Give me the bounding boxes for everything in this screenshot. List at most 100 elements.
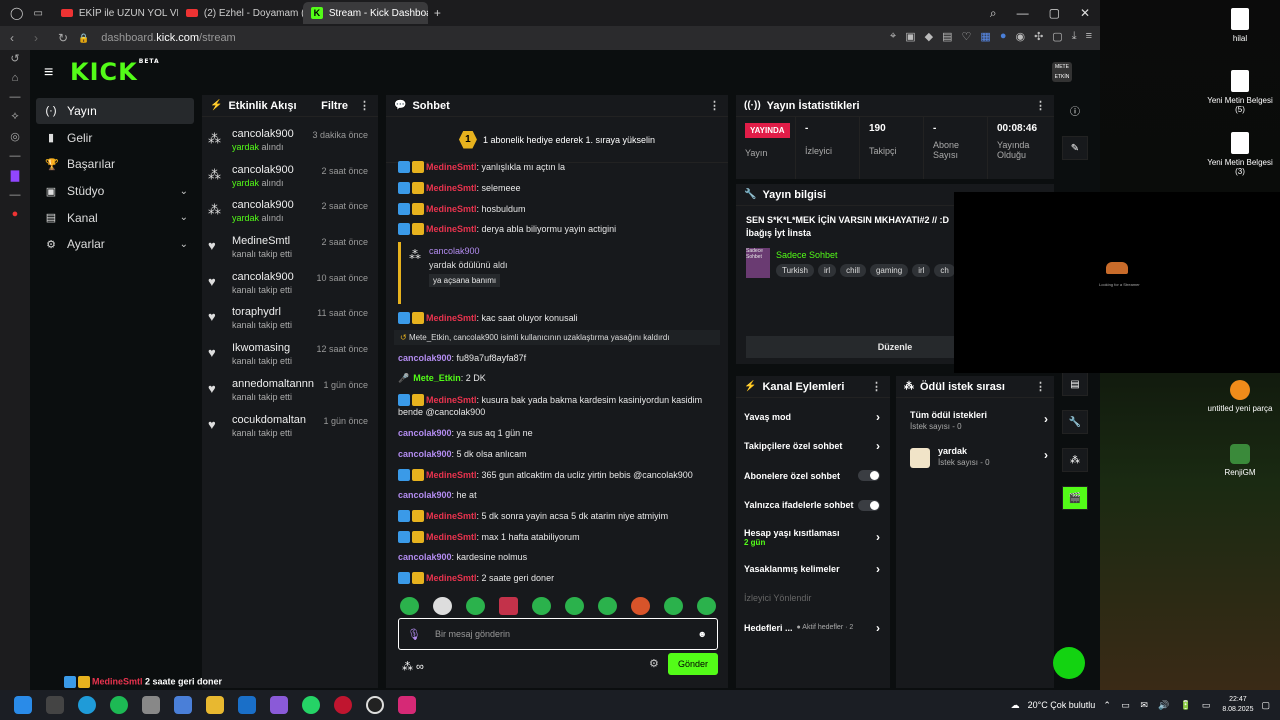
info-button[interactable]: ⓘ bbox=[1062, 98, 1088, 122]
emote[interactable] bbox=[400, 597, 419, 615]
chat-input[interactable]: 🎙 Bir mesaj gönderin ☻ bbox=[398, 618, 718, 650]
pin-icon[interactable]: ⌖ bbox=[890, 30, 896, 43]
back-icon[interactable]: ‹ bbox=[10, 31, 24, 45]
store-icon[interactable] bbox=[142, 696, 160, 714]
world-icon[interactable]: ◎ bbox=[8, 130, 22, 143]
url-field[interactable]: dashboard.kick.com/stream bbox=[101, 32, 236, 44]
clapper-button[interactable]: 🎬 bbox=[1062, 486, 1088, 510]
emote[interactable] bbox=[532, 597, 551, 615]
opera-taskbar-icon[interactable] bbox=[334, 696, 352, 714]
spotify-icon[interactable] bbox=[110, 696, 128, 714]
notification-icon[interactable]: ▢ bbox=[1261, 700, 1270, 711]
desktop-icon-renjigm[interactable]: RenjiGM bbox=[1205, 444, 1275, 477]
maximize-icon[interactable]: ▢ bbox=[1049, 6, 1060, 20]
emote[interactable] bbox=[697, 597, 716, 615]
more-icon[interactable]: ⋮ bbox=[1035, 380, 1046, 393]
minimize-icon[interactable]: — bbox=[1017, 6, 1029, 20]
emote[interactable] bbox=[433, 597, 452, 615]
account-age-row[interactable]: Hesap yaşı kısıtlaması 2 gün › bbox=[736, 520, 890, 554]
menu-icon[interactable]: ≡ bbox=[1086, 30, 1092, 43]
search-icon[interactable]: ⌕ bbox=[990, 6, 997, 21]
send-button[interactable]: Gönder bbox=[668, 653, 718, 675]
sidebar-item-studyo[interactable]: ▣ Stüdyo ⌄ bbox=[36, 178, 194, 204]
new-tab-icon[interactable]: + bbox=[434, 6, 441, 20]
obs-icon[interactable] bbox=[366, 696, 384, 714]
twitch-icon[interactable]: ▇ bbox=[8, 169, 22, 182]
download-icon[interactable]: ⤓ bbox=[1072, 30, 1077, 43]
desktop-icon-hilal[interactable]: hilal bbox=[1205, 8, 1275, 43]
instagram-icon[interactable] bbox=[398, 696, 416, 714]
reward-button[interactable]: ⁂ bbox=[1062, 448, 1088, 472]
chat-tools-icon[interactable]: ⁂ ∞ bbox=[402, 660, 424, 673]
desktop-icon-yeni-metin-5[interactable]: Yeni Metin Belgesi (5) bbox=[1205, 70, 1275, 114]
sidebar-item-yayin[interactable]: (·) Yayın bbox=[36, 98, 194, 124]
reload-icon[interactable]: ↻ bbox=[58, 31, 72, 45]
emote-only-toggle[interactable] bbox=[858, 499, 880, 511]
gear-icon[interactable]: ⚙ bbox=[649, 657, 659, 670]
app-icon[interactable] bbox=[174, 696, 192, 714]
wrench-button[interactable]: 🔧 bbox=[1062, 410, 1088, 434]
lock-ext-icon[interactable]: ▢ bbox=[1052, 30, 1062, 43]
avatar[interactable]: METE ETKİN bbox=[1052, 62, 1072, 82]
emote[interactable] bbox=[631, 597, 650, 615]
tab-kick-dashboard[interactable]: KStream - Kick Dashboard✕ bbox=[302, 2, 428, 24]
youtube-music-icon[interactable]: ● bbox=[8, 208, 22, 220]
translate-icon[interactable]: ▦ bbox=[980, 30, 990, 43]
weather-icon[interactable]: ☁ bbox=[1011, 700, 1020, 711]
sidebar-item-kanal[interactable]: ▤ Kanal ⌄ bbox=[36, 205, 194, 231]
more-icon[interactable]: ⋮ bbox=[709, 99, 720, 112]
edge-icon[interactable] bbox=[78, 696, 96, 714]
pencil-button[interactable]: ✎ bbox=[1062, 136, 1088, 160]
close-icon[interactable]: ✕ bbox=[1080, 6, 1090, 20]
emote[interactable] bbox=[466, 597, 485, 615]
clip-button[interactable]: ▤ bbox=[1062, 372, 1088, 396]
sidebar-item-basarilar[interactable]: 🏆 Başarılar bbox=[36, 151, 194, 177]
more-icon[interactable]: ⋮ bbox=[871, 380, 882, 393]
emote[interactable] bbox=[499, 597, 518, 615]
shield-icon[interactable]: ◆ bbox=[925, 30, 933, 43]
reward-queue-row-yardak[interactable]: yardak İstek sayısı - 0 › bbox=[896, 442, 1054, 472]
sidebar-item-gelir[interactable]: ▮ Gelir bbox=[36, 125, 194, 151]
opera-icon[interactable]: ◯ bbox=[10, 6, 23, 20]
desktop-icon-yeni-metin-3[interactable]: Yeni Metin Belgesi (3) bbox=[1205, 132, 1275, 176]
emote[interactable] bbox=[598, 597, 617, 615]
more-icon[interactable]: ⋮ bbox=[359, 99, 370, 112]
kick-logo[interactable]: KICKBETA bbox=[70, 58, 160, 86]
reward-queue-row-all[interactable]: Tüm ödül istekleri İstek sayısı - 0 › bbox=[896, 406, 1054, 436]
banned-words-row[interactable]: Yasaklanmış kelimeler › bbox=[736, 554, 890, 584]
tab-overview-icon[interactable]: ▭ bbox=[33, 8, 42, 19]
history-icon[interactable]: ↺ bbox=[8, 52, 22, 65]
tray-icons[interactable]: ⌃ ▭ ✉ 🔊 🔋 ▭ bbox=[1103, 700, 1214, 711]
file-explorer-icon[interactable] bbox=[206, 696, 224, 714]
clock[interactable]: 22:47 8.08.2025 bbox=[1222, 695, 1253, 715]
extensions-icon[interactable]: ✣ bbox=[1034, 30, 1043, 43]
ext-blue-icon[interactable]: ● bbox=[1000, 30, 1007, 43]
slow-mode-row[interactable]: Yavaş mod › bbox=[736, 402, 890, 432]
emote[interactable] bbox=[565, 597, 584, 615]
aria-icon[interactable]: ⟡ bbox=[8, 110, 22, 123]
floating-green-button[interactable] bbox=[1053, 647, 1085, 679]
windows-start-icon[interactable] bbox=[14, 696, 32, 714]
emote[interactable] bbox=[664, 597, 683, 615]
followers-only-row[interactable]: Takipçilere özel sohbet › bbox=[736, 432, 890, 462]
outlook-icon[interactable] bbox=[238, 696, 256, 714]
whatsapp-icon[interactable] bbox=[302, 696, 320, 714]
wallet-icon[interactable]: ▤ bbox=[942, 30, 952, 43]
tab-youtube-2[interactable]: (2) Ezhel - Doyamam (Offi bbox=[178, 2, 303, 24]
bag-icon[interactable]: ⌂ bbox=[8, 72, 22, 84]
vpn-icon[interactable]: ◉ bbox=[1015, 30, 1025, 43]
app-icon[interactable] bbox=[270, 696, 288, 714]
filter-button[interactable]: Filtre bbox=[321, 100, 348, 112]
tab-youtube-1[interactable]: EKİP ile UZUN YOL VLOG bbox=[53, 2, 178, 24]
emoji-icon[interactable]: ☻ bbox=[698, 629, 707, 639]
capture-icon[interactable]: ▣ bbox=[905, 30, 915, 43]
task-view-icon[interactable] bbox=[46, 696, 64, 714]
hamburger-menu-icon[interactable]: ≡ bbox=[44, 64, 53, 82]
heart-icon[interactable]: ♡ bbox=[962, 30, 972, 43]
sidebar-item-ayarlar[interactable]: ⚙ Ayarlar ⌄ bbox=[36, 231, 194, 257]
goals-row[interactable]: Hedefleri ... ● Aktif hedefler · 2 › bbox=[736, 613, 890, 643]
desktop-icon-untitled[interactable]: untitled yeni parça bbox=[1205, 380, 1275, 413]
more-icon[interactable]: ⋮ bbox=[1035, 99, 1046, 112]
subscribers-only-toggle[interactable] bbox=[858, 470, 880, 482]
forward-icon[interactable]: › bbox=[34, 31, 48, 45]
